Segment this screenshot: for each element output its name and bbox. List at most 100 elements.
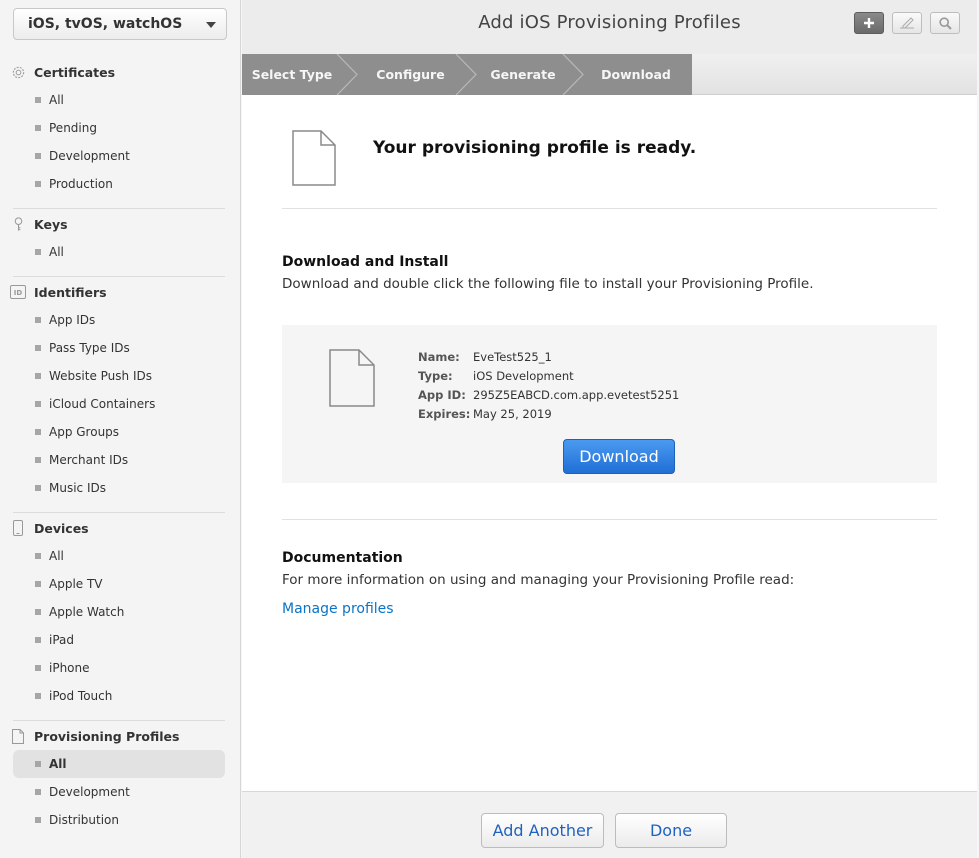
profile-appid-value: 295Z5EABCD.com.app.evetest5251 xyxy=(473,388,680,402)
sidebar-item-label: Development xyxy=(49,785,130,799)
sidebar-item-label: iCloud Containers xyxy=(49,397,156,411)
profile-file-icon xyxy=(329,349,375,407)
bullet-icon xyxy=(35,789,41,795)
sidebar-item-music-ids[interactable]: Music IDs xyxy=(13,474,225,502)
sidebar-item-ipad[interactable]: iPad xyxy=(13,626,225,654)
sidebar-item-certificates-all[interactable]: All xyxy=(13,86,225,114)
profile-appid-row: App ID: 295Z5EABCD.com.app.evetest5251 xyxy=(418,388,679,402)
sidebar-item-label: All xyxy=(49,93,64,107)
sidebar-item-devices-all[interactable]: All xyxy=(13,542,225,570)
bullet-icon xyxy=(35,817,41,823)
profile-name-value: EveTest525_1 xyxy=(473,350,552,364)
bullet-icon xyxy=(35,181,41,187)
documentation-heading: Documentation xyxy=(282,550,403,566)
section-header-devices[interactable]: Devices xyxy=(0,514,241,542)
sidebar-item-certificates-production[interactable]: Production xyxy=(13,170,225,198)
sidebar-item-apple-tv[interactable]: Apple TV xyxy=(13,570,225,598)
sidebar-item-label: Apple Watch xyxy=(49,605,125,619)
sidebar-item-app-ids[interactable]: App IDs xyxy=(13,306,225,334)
divider xyxy=(282,208,937,209)
sidebar-item-app-groups[interactable]: App Groups xyxy=(13,418,225,446)
device-icon xyxy=(10,520,26,536)
profile-expires-value: May 25, 2019 xyxy=(473,407,552,421)
sidebar-item-label: Production xyxy=(49,177,113,191)
main-panel: Add iOS Provisioning Profiles Select Typ… xyxy=(242,0,977,858)
sidebar-item-label: Pass Type IDs xyxy=(49,341,130,355)
documentation-description: For more information on using and managi… xyxy=(282,572,795,588)
sidebar-item-keys-all[interactable]: All xyxy=(13,238,225,266)
id-icon: ID xyxy=(10,284,26,300)
download-button[interactable]: Download xyxy=(563,439,675,474)
sidebar-item-label: Website Push IDs xyxy=(49,369,152,383)
install-description: Download and double click the following … xyxy=(282,276,814,292)
bullet-icon xyxy=(35,457,41,463)
bullet-icon xyxy=(35,693,41,699)
sidebar-item-label: iPod Touch xyxy=(49,689,113,703)
profile-card: Name: EveTest525_1 Type: iOS Development A… xyxy=(282,325,937,483)
profile-name-label: Name: xyxy=(418,350,460,364)
edit-button[interactable] xyxy=(892,12,922,34)
sidebar-item-icloud-containers[interactable]: iCloud Containers xyxy=(13,390,225,418)
section-header-certificates[interactable]: Certificates xyxy=(0,58,241,86)
profile-type-row: Type: iOS Development xyxy=(418,369,574,383)
profile-name-row: Name: EveTest525_1 xyxy=(418,350,552,364)
section-identifiers: ID Identifiers App IDs Pass Type IDs Web… xyxy=(0,278,241,502)
profile-expires-row: Expires: May 25, 2019 xyxy=(418,407,552,421)
document-icon xyxy=(10,728,26,744)
step-generate: Generate xyxy=(490,67,556,82)
section-title: Devices xyxy=(34,520,89,536)
add-another-button[interactable]: Add Another xyxy=(481,813,604,848)
sidebar-item-label: Merchant IDs xyxy=(49,453,129,467)
add-button[interactable] xyxy=(854,12,884,34)
sidebar-item-pass-type-ids[interactable]: Pass Type IDs xyxy=(13,334,225,362)
divider xyxy=(13,208,225,209)
platform-select-label: iOS, tvOS, watchOS xyxy=(28,16,183,32)
sidebar-item-apple-watch[interactable]: Apple Watch xyxy=(13,598,225,626)
sidebar-item-label: App Groups xyxy=(49,425,120,439)
bullet-icon xyxy=(35,429,41,435)
profile-appid-label: App ID: xyxy=(418,388,466,402)
section-header-identifiers[interactable]: ID Identifiers xyxy=(0,278,241,306)
sidebar-item-label: App IDs xyxy=(49,313,96,327)
sidebar-item-website-push-ids[interactable]: Website Push IDs xyxy=(13,362,225,390)
plus-icon xyxy=(864,18,874,28)
section-header-provisioning-profiles[interactable]: Provisioning Profiles xyxy=(0,722,241,750)
sidebar-item-profiles-development[interactable]: Development xyxy=(13,778,225,806)
bullet-icon xyxy=(35,97,41,103)
section-keys: Keys All xyxy=(0,210,241,266)
profile-type-label: Type: xyxy=(418,369,453,383)
install-heading: Download and Install xyxy=(282,254,449,270)
section-devices: Devices All Apple TV Apple Watch iPad iP… xyxy=(0,514,241,710)
key-icon xyxy=(10,216,26,232)
bullet-icon xyxy=(35,125,41,131)
search-icon xyxy=(938,16,952,30)
sidebar-item-certificates-development[interactable]: Development xyxy=(13,142,225,170)
sidebar-item-certificates-pending[interactable]: Pending xyxy=(13,114,225,142)
sidebar-item-label: iPhone xyxy=(49,661,90,675)
sidebar-item-profiles-all[interactable]: All xyxy=(13,750,225,778)
sidebar-item-iphone[interactable]: iPhone xyxy=(13,654,225,682)
pencil-icon xyxy=(900,17,914,29)
section-title: Provisioning Profiles xyxy=(34,728,180,744)
search-button[interactable] xyxy=(930,12,960,34)
footer-bar: Add Another Done xyxy=(242,791,977,858)
sidebar-item-ipod-touch[interactable]: iPod Touch xyxy=(13,682,225,710)
section-header-keys[interactable]: Keys xyxy=(0,210,241,238)
manage-profiles-link[interactable]: Manage profiles xyxy=(282,601,394,617)
divider xyxy=(13,276,225,277)
sidebar-item-profiles-distribution[interactable]: Distribution xyxy=(13,806,225,834)
bullet-icon xyxy=(35,485,41,491)
bullet-icon xyxy=(35,637,41,643)
sidebar-item-label: All xyxy=(49,549,64,563)
content-area: Your provisioning profile is ready. Down… xyxy=(242,95,977,791)
done-button[interactable]: Done xyxy=(615,813,727,848)
bullet-icon xyxy=(35,373,41,379)
section-title: Keys xyxy=(34,216,68,232)
divider xyxy=(13,512,225,513)
sidebar-item-merchant-ids[interactable]: Merchant IDs xyxy=(13,446,225,474)
sidebar-item-label: All xyxy=(49,757,67,771)
sidebar-item-label: Development xyxy=(49,149,130,163)
platform-select[interactable]: iOS, tvOS, watchOS xyxy=(13,8,227,40)
header-bar: Add iOS Provisioning Profiles xyxy=(242,0,977,54)
steps-bar: Select Type Configure Generate Download xyxy=(242,54,977,95)
